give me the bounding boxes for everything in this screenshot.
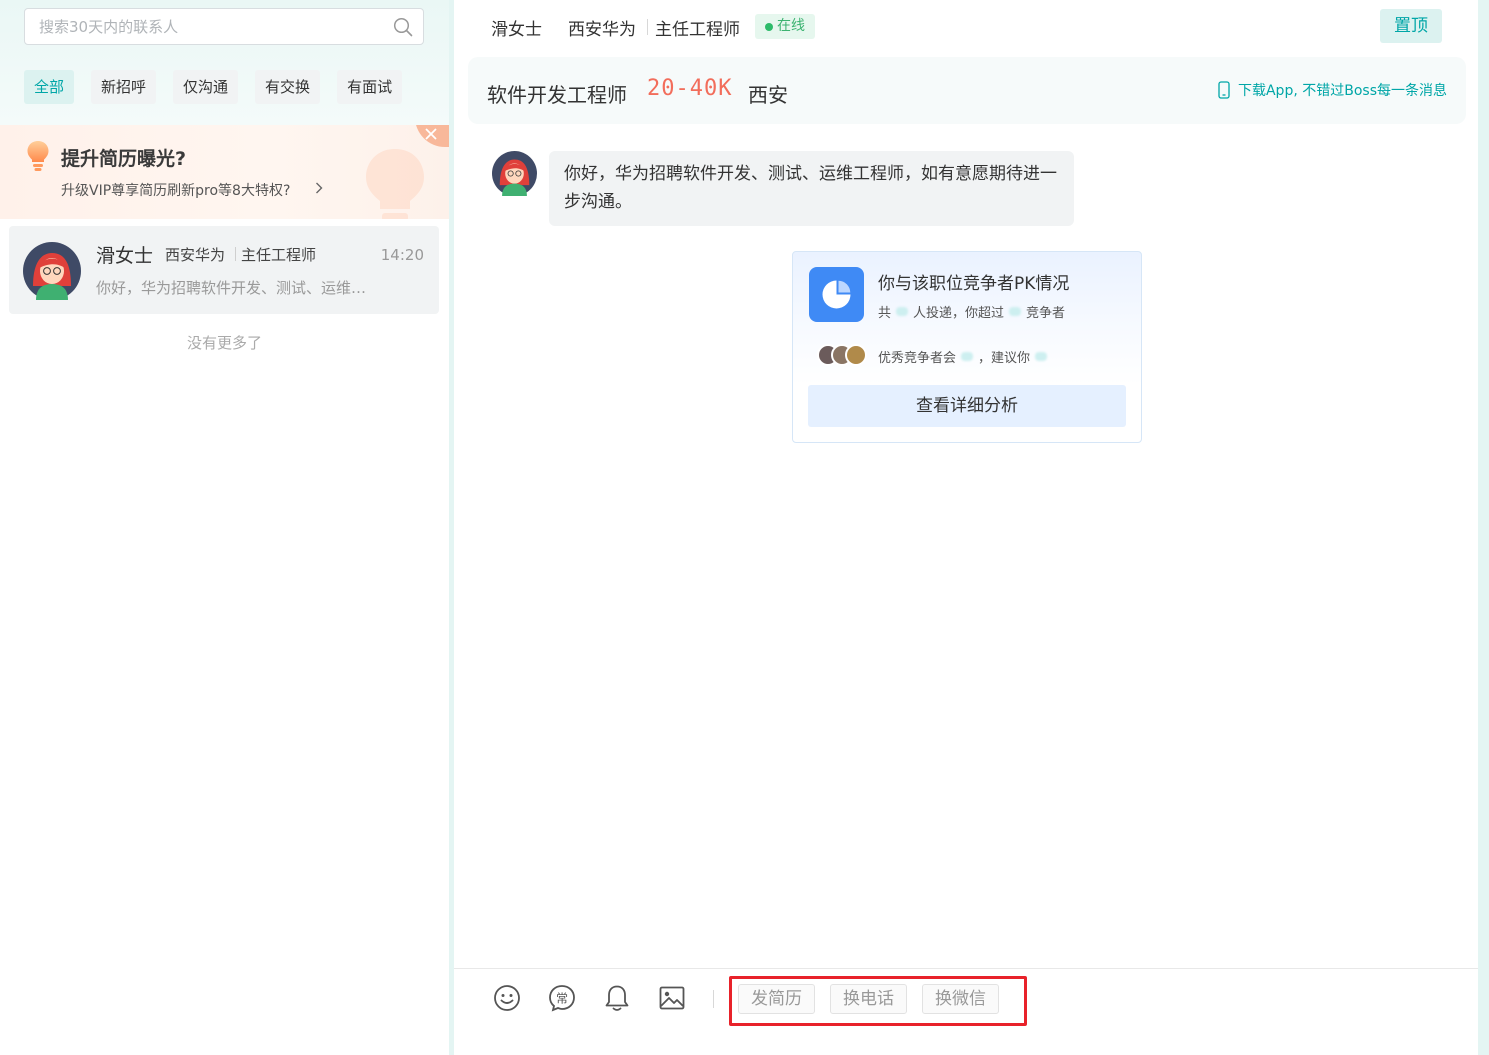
hidden-number [896,307,909,316]
pk-text: 共 [878,306,892,321]
message-bubble: 你好，华为招聘软件开发、测试、运维工程师，如有意愿期待进一步沟通。 [549,151,1074,226]
highlight-annotation [729,976,1027,1026]
pk-applicants-line: 共 人投递，你超过 竞争者 [878,302,1065,321]
filter-tab-new-greeting[interactable]: 新招呼 [91,70,157,104]
chat-panel: 滑女士 西安华为 主任工程师 在线 置顶 软件开发工程师 20-40K 西安 下… [454,0,1478,1055]
pin-top-button[interactable]: 置顶 [1380,9,1442,43]
avatar [23,242,81,300]
filter-tab-exchanged[interactable]: 有交换 [255,70,321,104]
job-salary: 20-40K [647,76,733,101]
divider [713,990,714,1008]
emoji-icon[interactable] [492,983,522,1013]
view-analysis-button[interactable]: 查看详细分析 [808,385,1126,427]
list-end-text: 没有更多了 [186,334,262,352]
chat-header-company: 西安华为 [568,20,636,40]
contacts-panel: 全部 新招呼 仅沟通 有交换 有面试 提升简历曝光? 升级VIP尊享简历刷新pr… [0,0,449,1055]
avatar [845,344,867,366]
conversation-item[interactable]: 滑女士 西安华为 主任工程师 14:20 你好，华为招聘软件开发、测试、运维工程… [9,226,439,314]
download-app-link[interactable]: 下载App, 不错过Boss每一条消息 [1218,80,1447,100]
lightbulb-watermark-icon [366,149,424,219]
svg-text:常: 常 [556,992,568,1006]
message-preview: 你好，华为招聘软件开发、测试、运维工程师，如有意愿期待进一步沟通。 [96,279,381,297]
chat-header-position: 主任工程师 [655,20,740,40]
lightbulb-icon [27,141,49,171]
competition-pk-card[interactable]: 你与该职位竞争者PK情况 共 人投递，你超过 竞争者 优秀竞争者会 ，建议你 查… [792,251,1142,443]
bell-icon[interactable] [602,983,632,1013]
message-time: 14:20 [380,246,424,264]
hidden-number [1035,352,1048,361]
chevron-right-icon[interactable] [315,182,323,194]
job-city: 西安 [748,83,788,107]
divider [647,19,648,35]
search-icon[interactable] [393,17,413,37]
filter-tab-all[interactable]: 全部 [24,70,75,104]
contact-search-box[interactable] [24,8,424,45]
competitor-avatars [817,344,869,366]
promo-subtitle[interactable]: 升级VIP尊享简历刷新pro等8大特权? [61,180,290,200]
phone-icon [1218,81,1230,99]
chat-header-name: 滑女士 [491,20,542,40]
contact-name: 滑女士 [96,245,154,267]
contact-company: 西安华为 [165,246,226,264]
image-icon[interactable] [657,983,687,1013]
filter-tab-interview[interactable]: 有面试 [337,70,403,104]
hidden-number [961,352,974,361]
filter-tab-chat-only[interactable]: 仅沟通 [173,70,239,104]
pk-card-title: 你与该职位竞争者PK情况 [878,274,1070,294]
pk-text: ，建议你 [978,351,1031,366]
hidden-number [1009,307,1022,316]
online-status-badge: 在线 [755,14,815,39]
divider [235,247,236,261]
pie-chart-icon [809,267,864,322]
pk-text: 人投递，你超过 [913,306,1005,321]
pk-text: 优秀竞争者会 [878,351,957,366]
common-phrase-icon[interactable]: 常 [547,983,577,1013]
avatar [492,151,537,196]
pk-suggestion-line: 优秀竞争者会 ，建议你 [878,347,1052,366]
contact-position: 主任工程师 [241,246,317,264]
divider [454,968,1478,969]
job-title: 软件开发工程师 [487,83,627,107]
promo-title: 提升简历曝光? [61,148,187,170]
job-info-bar[interactable]: 软件开发工程师 20-40K 西安 下载App, 不错过Boss每一条消息 [468,57,1466,124]
download-app-label[interactable]: 下载App, 不错过Boss每一条消息 [1238,80,1447,100]
promo-close-button[interactable] [415,125,449,147]
contact-search-input[interactable] [39,9,379,44]
vip-promo-banner[interactable]: 提升简历曝光? 升级VIP尊享简历刷新pro等8大特权? [0,125,449,219]
filter-tabs: 全部 新招呼 仅沟通 有交换 有面试 [24,70,419,104]
pk-text: 竞争者 [1026,306,1066,321]
close-icon[interactable] [425,128,437,140]
